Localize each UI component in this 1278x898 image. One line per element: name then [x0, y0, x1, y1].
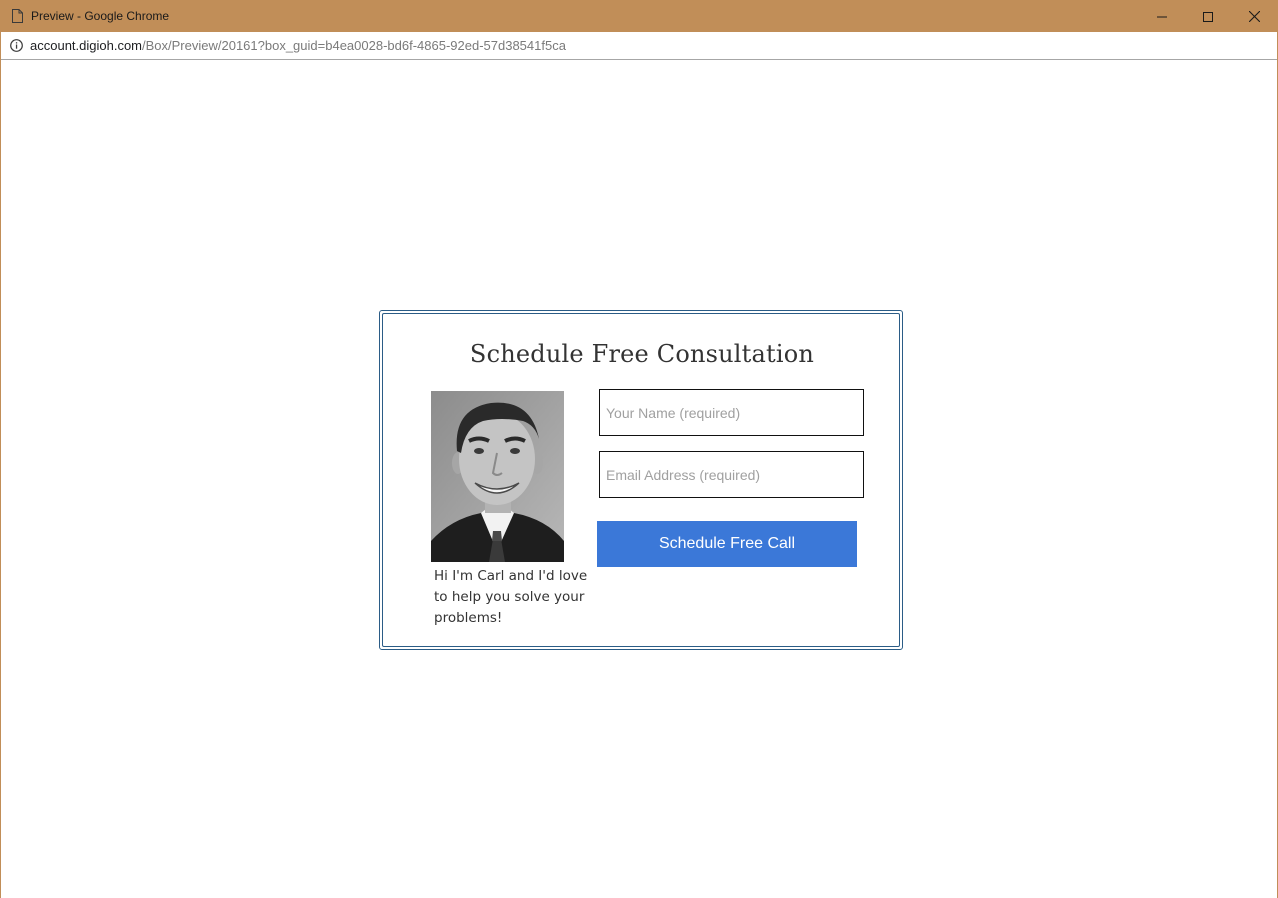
window-title: Preview - Google Chrome — [31, 9, 170, 23]
close-button[interactable] — [1231, 1, 1277, 32]
url-text[interactable]: account.digioh.com/Box/Preview/20161?box… — [30, 38, 566, 53]
popup-inner-border: Schedule Free Consultation Hi I'm Carl a… — [382, 313, 900, 647]
page-icon — [12, 9, 23, 23]
browser-window: Preview - Google Chrome account.digioh.c… — [0, 0, 1278, 898]
url-host: account.digioh.com — [30, 38, 143, 53]
page-content: Schedule Free Consultation Hi I'm Carl a… — [1, 60, 1277, 898]
maximize-button[interactable] — [1185, 1, 1231, 32]
schedule-free-call-button[interactable]: Schedule Free Call — [597, 521, 857, 567]
email-input[interactable] — [599, 451, 864, 498]
name-input[interactable] — [599, 389, 864, 436]
title-bar: Preview - Google Chrome — [1, 1, 1277, 32]
info-icon[interactable] — [10, 39, 23, 52]
carl-photo — [431, 391, 564, 562]
portrait-image — [431, 391, 564, 562]
intro-caption: Hi I'm Carl and I'd love to help you sol… — [434, 568, 588, 626]
minimize-icon — [1157, 16, 1167, 17]
popup-title: Schedule Free Consultation — [469, 340, 815, 368]
address-bar[interactable]: account.digioh.com/Box/Preview/20161?box… — [1, 32, 1277, 60]
close-icon — [1248, 11, 1260, 22]
url-path: /Box/Preview/20161?box_guid=b4ea0028-bd6… — [142, 38, 566, 53]
minimize-button[interactable] — [1139, 1, 1185, 32]
consultation-popup: Schedule Free Consultation Hi I'm Carl a… — [379, 310, 903, 650]
maximize-icon — [1203, 11, 1213, 22]
